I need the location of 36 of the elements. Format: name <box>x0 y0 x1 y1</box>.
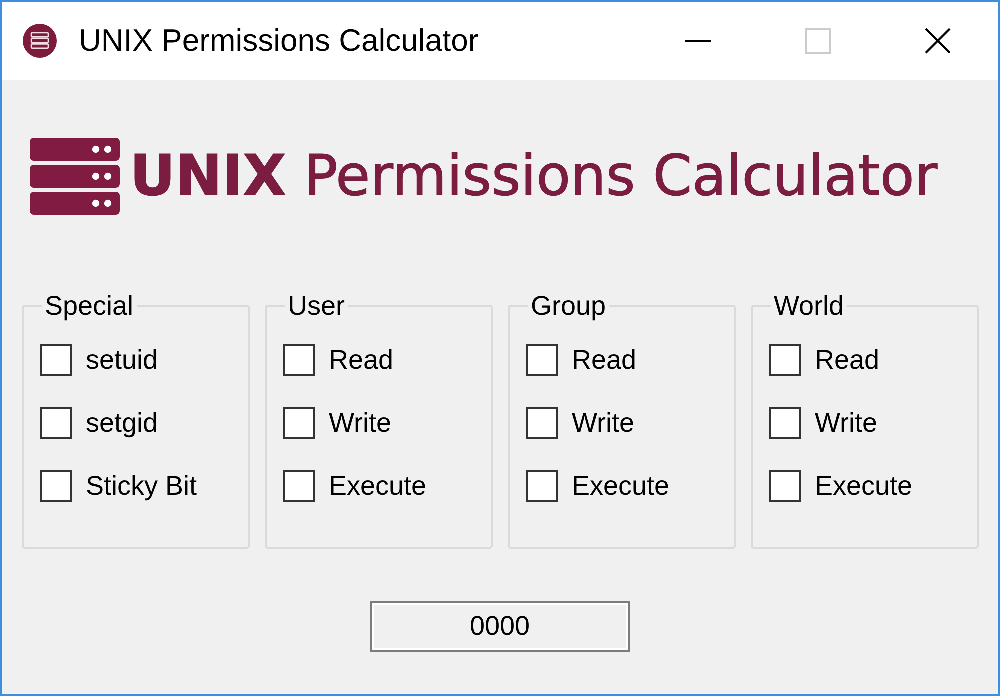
checkbox-label[interactable]: Sticky Bit <box>86 470 198 502</box>
checkbox-label[interactable]: Write <box>815 408 878 438</box>
checkbox-label[interactable]: Execute <box>815 470 913 502</box>
group-title: User <box>287 291 346 321</box>
checkbox[interactable] <box>283 407 315 439</box>
result-field[interactable]: 0000 <box>370 601 630 652</box>
server-stack-icon <box>30 138 120 215</box>
checkbox[interactable] <box>769 344 801 376</box>
minimize-icon <box>685 40 711 42</box>
checkbox-label[interactable]: Execute <box>329 470 427 502</box>
group-title: World <box>773 291 846 321</box>
window-title: UNIX Permissions Calculator <box>79 23 480 59</box>
banner-title: UNIX Permissions Calculator <box>130 142 938 210</box>
group-title: Special <box>44 291 135 321</box>
checkbox-label[interactable]: Read <box>329 344 394 376</box>
checkbox[interactable] <box>526 470 558 502</box>
checkbox[interactable] <box>769 407 801 439</box>
checkbox-label[interactable]: setuid <box>86 344 158 376</box>
checkbox-label[interactable]: Read <box>815 344 880 376</box>
group-title: Group <box>530 291 608 321</box>
maximize-icon <box>805 28 831 54</box>
checkbox[interactable] <box>283 344 315 376</box>
checkbox-label[interactable]: Execute <box>572 470 670 502</box>
checkbox[interactable] <box>526 407 558 439</box>
close-icon <box>925 28 951 54</box>
checkbox[interactable] <box>40 470 72 502</box>
checkbox[interactable] <box>283 470 315 502</box>
checkbox-label[interactable]: Read <box>572 344 637 376</box>
checkbox-label[interactable]: Write <box>572 408 635 438</box>
checkbox[interactable] <box>40 344 72 376</box>
checkbox[interactable] <box>769 470 801 502</box>
checkbox-label[interactable]: Write <box>329 408 392 438</box>
checkbox-label[interactable]: setgid <box>86 408 158 438</box>
server-icon <box>23 24 57 58</box>
checkbox[interactable] <box>40 407 72 439</box>
checkbox[interactable] <box>526 344 558 376</box>
